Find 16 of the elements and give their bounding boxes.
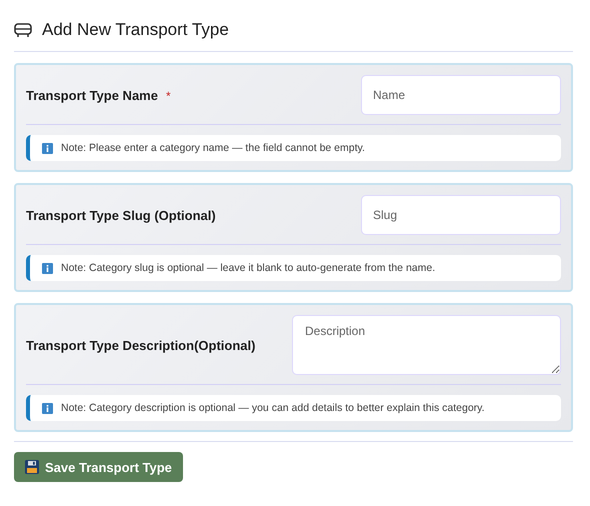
form-title: Add New Transport Type bbox=[42, 20, 229, 40]
required-mark: * bbox=[166, 88, 171, 102]
input-field[interactable]: Slug bbox=[361, 195, 561, 235]
info-icon bbox=[42, 142, 53, 154]
note-text: Note: Category description is optional — you can add details to better explain this category. bbox=[61, 402, 485, 414]
bus-icon bbox=[14, 22, 32, 38]
description-field[interactable]: Description bbox=[292, 315, 561, 375]
info-icon bbox=[42, 262, 53, 274]
field-label: Transport Type Slug (Optional) bbox=[26, 208, 216, 222]
save-button[interactable]: Save Transport Type bbox=[14, 452, 183, 482]
note-text: Note: Please enter a category name — the field cannot be empty. bbox=[61, 142, 365, 154]
field-label: Transport Type Name bbox=[26, 88, 158, 102]
input-field[interactable]: Name bbox=[361, 75, 561, 115]
field-label: Transport Type Description(Optional) bbox=[26, 338, 256, 352]
info-icon bbox=[42, 402, 53, 414]
note-text: Note: Category slug is optional — leave it blank to auto-generate from the name. bbox=[61, 262, 436, 274]
